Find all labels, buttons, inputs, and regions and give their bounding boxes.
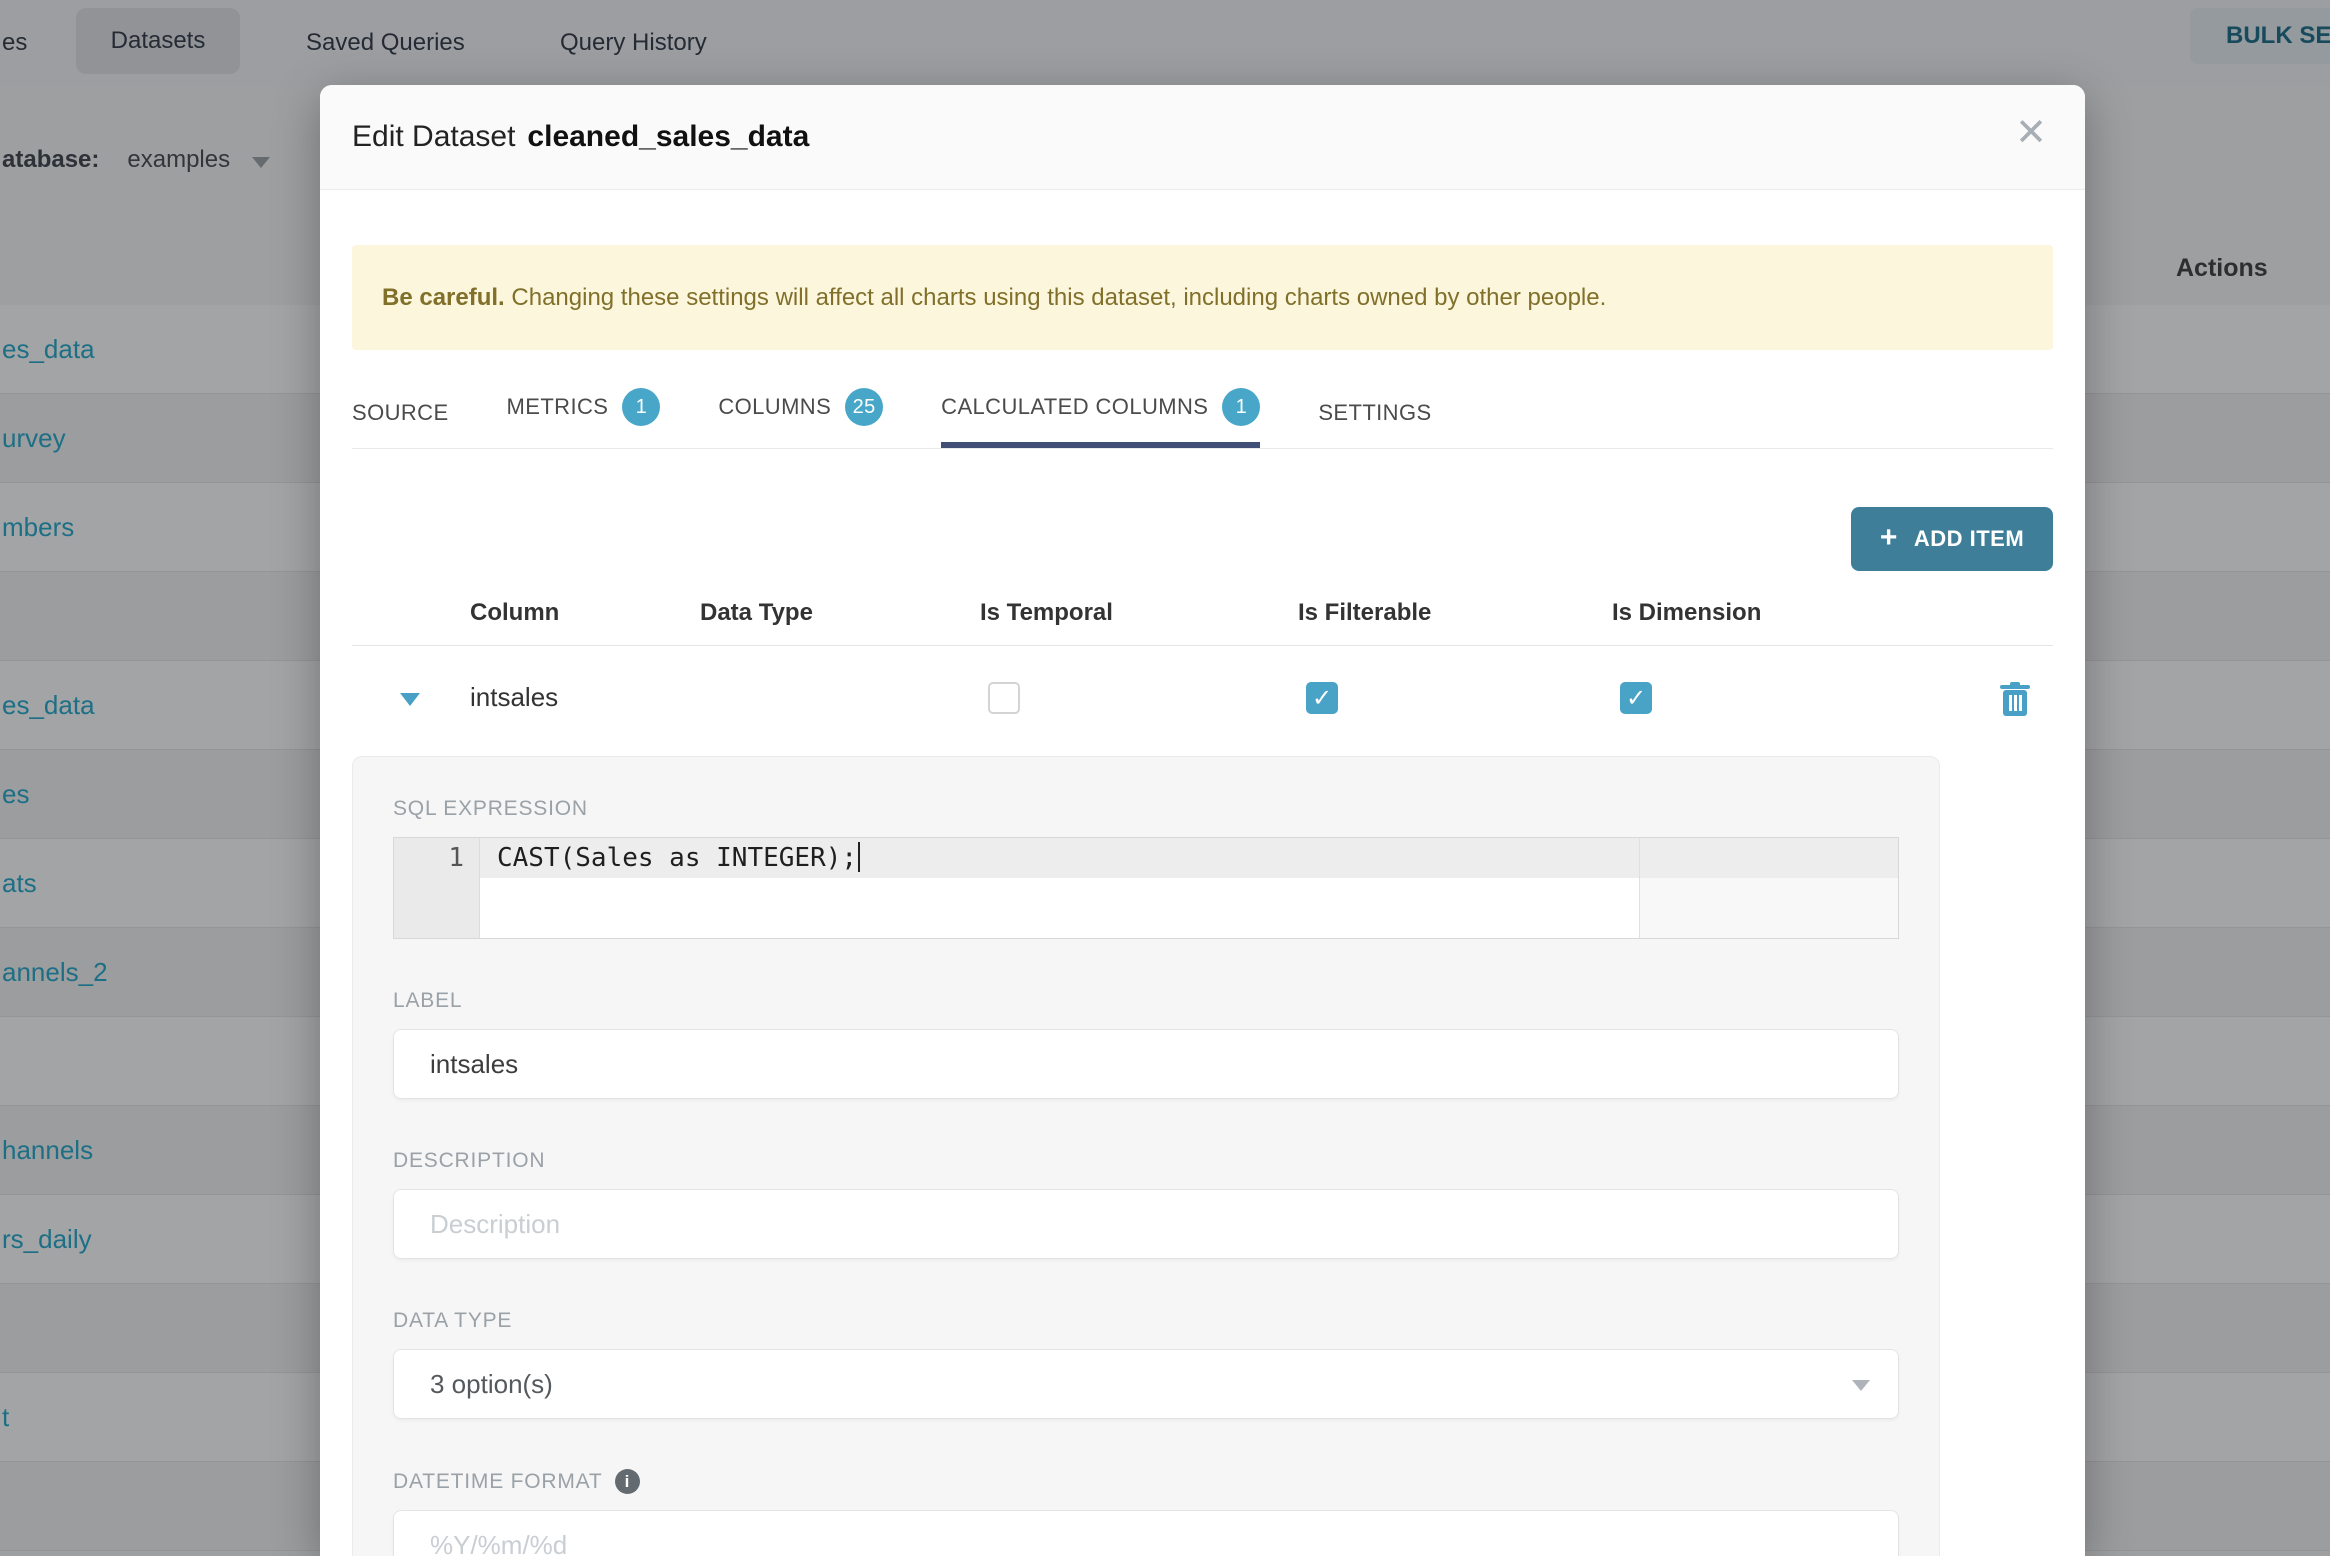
datetime-format-label-text: DATETIME FORMAT — [393, 1469, 603, 1493]
add-item-label: ADD ITEM — [1913, 526, 2025, 551]
tab-source[interactable]: SOURCE — [352, 400, 449, 448]
header-is-filterable: Is Filterable — [1298, 599, 1432, 626]
datetime-format-field-label: DATETIME FORMAT i — [393, 1469, 1899, 1494]
editor-line-number: 1 — [448, 843, 464, 873]
info-icon[interactable]: i — [614, 1469, 640, 1494]
header-data-type: Data Type — [700, 599, 813, 626]
tab-metrics[interactable]: METRICS 1 — [507, 388, 661, 448]
data-type-value: 3 option(s) — [430, 1368, 553, 1399]
warning-banner: Be careful. Changing these settings will… — [352, 245, 2053, 350]
data-type-field-label: DATA TYPE — [393, 1309, 513, 1332]
sql-code: CAST(Sales as INTEGER); — [497, 838, 861, 878]
tab-label: COLUMNS — [718, 394, 832, 419]
column-detail-panel: SQL EXPRESSION 1 CAST(Sales as INTEGER);… — [352, 756, 1940, 1556]
add-item-button[interactable]: + ADD ITEM — [1851, 507, 2053, 571]
tab-label: SETTINGS — [1318, 400, 1432, 425]
tab-label: SOURCE — [352, 400, 449, 425]
header-column: Column — [470, 599, 560, 626]
columns-grid-header: Column Data Type Is Temporal Is Filterab… — [352, 579, 2053, 646]
header-is-temporal: Is Temporal — [980, 599, 1113, 626]
description-input[interactable] — [393, 1189, 1899, 1259]
modal-body: Be careful. Changing these settings will… — [320, 245, 2085, 1556]
modal-title: Edit Dataset — [352, 120, 516, 153]
is-temporal-checkbox[interactable] — [988, 682, 1020, 714]
column-name: intsales — [470, 682, 559, 712]
modal-tabs: SOURCE METRICS 1 COLUMNS 25 CALCULATED C… — [352, 388, 2053, 449]
calculated-columns-toolbar: + ADD ITEM — [352, 507, 2053, 571]
datetime-format-input[interactable] — [393, 1510, 1899, 1556]
calculated-column-row: intsales ✓ ✓ — [352, 646, 2053, 756]
sql-expression-label: SQL EXPRESSION — [393, 797, 588, 820]
is-dimension-checkbox[interactable]: ✓ — [1620, 682, 1652, 714]
warning-bold-text: Be careful. — [382, 283, 505, 311]
plus-icon: + — [1879, 521, 1898, 554]
is-filterable-checkbox[interactable]: ✓ — [1306, 682, 1338, 714]
label-field-label: LABEL — [393, 989, 463, 1012]
sql-expression-editor[interactable]: 1 CAST(Sales as INTEGER); — [393, 837, 1899, 939]
warning-text: Changing these settings will affect all … — [504, 283, 1607, 311]
tab-count-badge: 1 — [1222, 388, 1261, 426]
header-is-dimension: Is Dimension — [1612, 599, 1762, 626]
modal-title-dataset-name: cleaned_sales_data — [527, 120, 810, 153]
tab-settings[interactable]: SETTINGS — [1318, 400, 1431, 448]
data-type-select[interactable]: 3 option(s) — [393, 1349, 1899, 1419]
label-input[interactable] — [393, 1029, 1899, 1099]
text-cursor — [858, 842, 861, 872]
screen: es Datasets Saved Queries Query History … — [0, 0, 2330, 1556]
modal-header: Edit Dataset cleaned_sales_data ✕ — [320, 85, 2085, 190]
collapse-caret-icon[interactable] — [400, 693, 420, 706]
editor-margin-zone — [1640, 878, 1898, 938]
chevron-down-icon — [1852, 1380, 1870, 1391]
tab-label: METRICS — [506, 394, 609, 419]
trash-icon[interactable] — [2000, 682, 2030, 721]
sql-code-text: CAST(Sales as INTEGER); — [497, 843, 858, 873]
tab-columns[interactable]: COLUMNS 25 — [718, 388, 884, 448]
close-icon[interactable]: ✕ — [2015, 113, 2047, 151]
tab-calculated-columns[interactable]: CALCULATED COLUMNS 1 — [941, 388, 1261, 448]
edit-dataset-modal: Edit Dataset cleaned_sales_data ✕ Be car… — [320, 85, 2085, 1556]
tab-count-badge: 25 — [845, 388, 884, 426]
description-field-label: DESCRIPTION — [393, 1149, 546, 1172]
tab-count-badge: 1 — [622, 388, 661, 426]
tab-label: CALCULATED COLUMNS — [941, 394, 1209, 419]
